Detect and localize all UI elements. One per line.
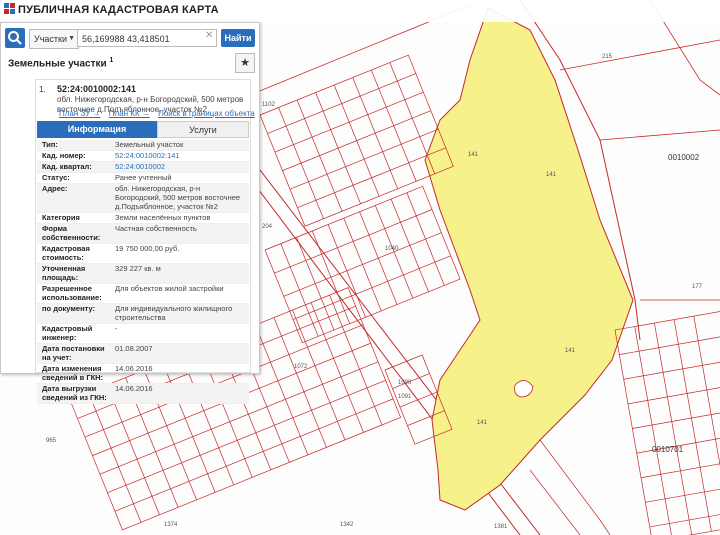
property-row: Категория земель:Земли населённых пункто…	[37, 213, 249, 231]
plan-kk-link[interactable]: План КК →	[109, 109, 150, 118]
lot-number: 1374	[164, 522, 178, 528]
chevron-down-icon: ▼	[68, 35, 75, 42]
lot-number: 1090	[398, 380, 412, 386]
info-panel: Участки ▼ 56,169988 43,418501 ✕ Найти Зе…	[0, 22, 260, 404]
property-row: Кад. номер: 52:24:0010002:141	[37, 151, 249, 162]
lot-number: 215	[602, 54, 613, 60]
app-logo-icon	[4, 3, 15, 14]
lot-number: 1040	[385, 246, 399, 252]
parcel-id[interactable]: 52:24:0010002:141	[57, 84, 136, 94]
parcel-label: 141	[565, 348, 576, 354]
search-bar: Участки ▼ 56,169988 43,418501 ✕ Найти	[1, 23, 259, 53]
property-row: Уточненная площадь: 329 227 кв. м	[37, 264, 249, 284]
result-item-number: 1.	[39, 85, 46, 94]
property-row: Кадастровая стоимость: 19 750 000,00 руб.	[37, 244, 249, 264]
property-row: Дата изменения сведений в ГКН: 14.06.2016	[37, 364, 249, 384]
parcel-label: 141	[546, 172, 557, 178]
lot-number: 177	[692, 284, 703, 290]
property-row: Статус: Ранее учтенный	[37, 173, 249, 184]
section-title-label: Земельные участки	[8, 58, 107, 70]
lot-number: 1072	[294, 364, 308, 370]
lot-number: 1381	[494, 524, 508, 530]
property-row: Кадастровый инженер: -	[37, 324, 249, 344]
property-row: Дата выгрузки сведений из ГКН: 14.06.2016	[37, 384, 249, 404]
lot-number: 1342	[340, 522, 354, 528]
app-header: ПУБЛИЧНАЯ КАДАСТРОВАЯ КАРТА	[0, 0, 720, 22]
tab-services[interactable]: Услуги	[157, 121, 249, 138]
property-table: Тип: Земельный участок Кад. номер: 52:24:0…	[37, 140, 249, 404]
property-row: по документу: Для индивидуального жилищно…	[37, 304, 249, 324]
tab-info[interactable]: Информация	[37, 121, 157, 138]
clear-icon[interactable]: ✕	[205, 30, 213, 41]
quarter-label: 0010701	[652, 445, 684, 454]
results-section-title: Земельные участки 1	[8, 57, 113, 69]
property-row: Форма собственности: Частная собственност…	[37, 224, 249, 244]
property-row: Адрес: обл. Нижегородская, р-н Богородски…	[37, 184, 249, 213]
quarter-label: 0010002	[668, 153, 700, 162]
property-row: Разрешенное использование: Для объектов ж…	[37, 284, 249, 304]
plan-zu-link[interactable]: План ЗУ →	[59, 109, 101, 118]
parcel-label: 141	[468, 152, 479, 158]
lot-number: 965	[46, 438, 57, 444]
lot-number: 1091	[398, 394, 412, 400]
search-icon[interactable]	[5, 28, 25, 48]
lot-number: 1102	[262, 102, 276, 108]
favorite-star-icon[interactable]: ★	[235, 53, 255, 73]
lot-number: 204	[262, 224, 273, 230]
property-row: Кад. квартал: 52:24:0010002	[37, 162, 249, 173]
find-button[interactable]: Найти	[221, 29, 255, 47]
search-type-select[interactable]: Участки ▼	[29, 29, 79, 49]
search-input[interactable]: 56,169988 43,418501	[77, 29, 217, 47]
property-row: Дата постановки на учет: 01.08.2007	[37, 344, 249, 364]
results-count: 1	[109, 57, 114, 64]
search-type-label: Участки	[34, 34, 67, 44]
parcel-label: 141	[477, 420, 488, 426]
property-row: Тип: Земельный участок	[37, 140, 249, 151]
app-title: ПУБЛИЧНАЯ КАДАСТРОВАЯ КАРТА	[18, 4, 219, 16]
